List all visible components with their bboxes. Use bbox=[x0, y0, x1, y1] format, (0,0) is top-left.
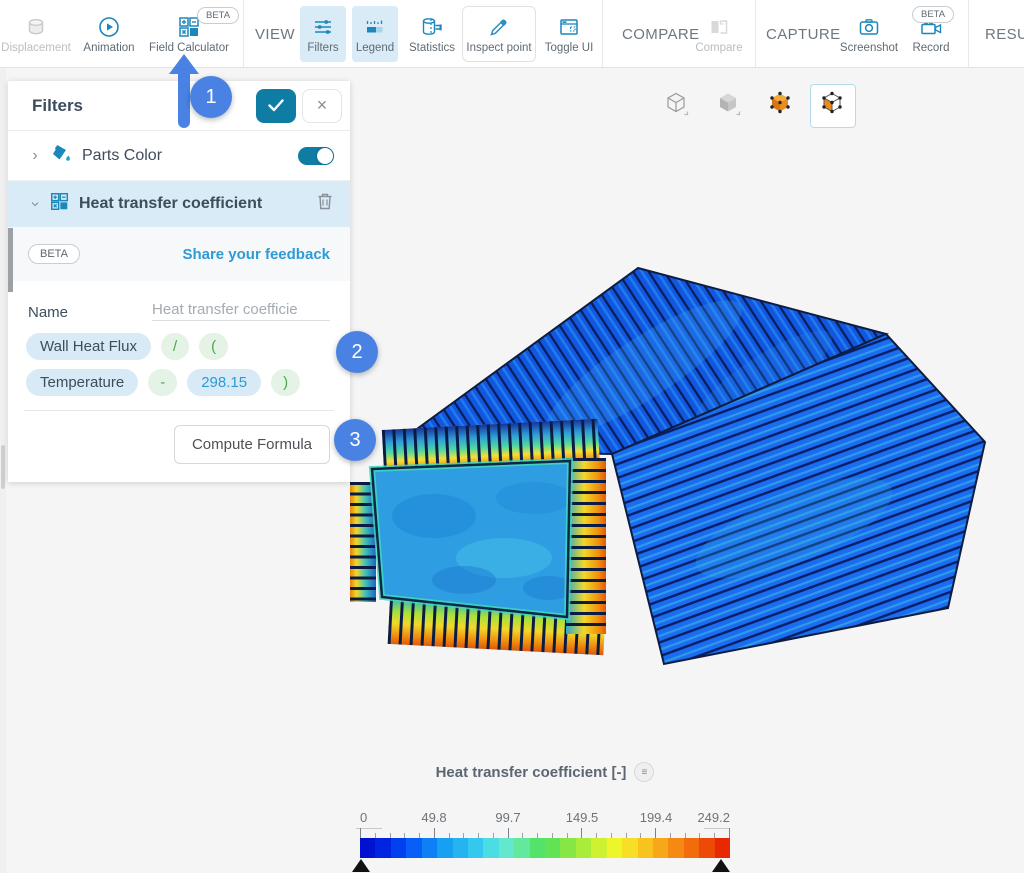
formula-chip-wall-heat-flux[interactable]: Wall Heat Flux bbox=[26, 333, 151, 360]
view-mode-solid-button[interactable] bbox=[706, 84, 752, 128]
trash-icon bbox=[316, 192, 334, 211]
compute-formula-button[interactable]: Compute Formula bbox=[174, 425, 330, 464]
window-panes-icon bbox=[558, 15, 580, 39]
formula-expression: Wall Heat Flux / ( Temperature - 298.15 … bbox=[8, 321, 350, 406]
toolbar-section-results: RESULTS bbox=[985, 0, 1024, 68]
chevron-down-icon[interactable]: › bbox=[26, 199, 44, 209]
legend-min-marker[interactable] bbox=[352, 859, 370, 872]
formula-chip-minus[interactable]: - bbox=[148, 369, 177, 396]
toolbar-statistics-button[interactable]: Statistics bbox=[404, 6, 460, 62]
highlight-cube-icon bbox=[819, 90, 847, 123]
wireframe-cube-icon bbox=[663, 90, 691, 123]
chevron-right-icon[interactable]: › bbox=[30, 147, 40, 165]
filters-sliders-icon bbox=[312, 15, 334, 39]
legend-scale: 0 49.8 99.7 149.5 199.4 249.2 bbox=[356, 810, 734, 858]
filters-panel: Filters × › Parts Color › bbox=[8, 81, 350, 482]
compare-panes-icon bbox=[708, 15, 730, 39]
toolbar-divider bbox=[602, 0, 603, 67]
legend-tick-label: 199.4 bbox=[640, 810, 673, 825]
legend-tick-label: 49.8 bbox=[421, 810, 446, 825]
toolbar-displacement-button[interactable]: Displacement bbox=[2, 6, 70, 62]
close-panel-button[interactable]: × bbox=[302, 89, 342, 123]
toolbar-screenshot-button[interactable]: Screenshot bbox=[838, 6, 900, 62]
toolbar-compare-button[interactable]: Compare bbox=[690, 6, 748, 62]
legend-min-value[interactable]: 0 bbox=[360, 810, 367, 825]
field-calculator-beta-badge: BETA bbox=[197, 7, 239, 24]
eyedropper-icon bbox=[488, 15, 510, 39]
simscale-postprocessor-app: { "toolbar": { "items": { "displacement"… bbox=[0, 0, 1024, 873]
displacement-cylinder-icon bbox=[24, 15, 48, 39]
view-mode-solid-parts-button[interactable] bbox=[758, 84, 804, 128]
toolbar-animation-button[interactable]: Animation bbox=[77, 6, 141, 62]
toolbar-divider bbox=[755, 0, 756, 67]
legend-max-marker[interactable] bbox=[712, 859, 730, 872]
close-icon: × bbox=[317, 95, 328, 116]
toolbar-section-capture: CAPTURE bbox=[766, 0, 840, 68]
legend-colorbar[interactable] bbox=[360, 838, 730, 858]
legend-menu-icon[interactable]: ≡ bbox=[634, 762, 654, 782]
toolbar-divider bbox=[968, 0, 969, 67]
calculator-icon bbox=[50, 192, 69, 216]
check-icon bbox=[268, 99, 284, 112]
legend-colorbar-icon bbox=[364, 15, 386, 39]
beta-feedback-row: BETA Share your feedback bbox=[8, 227, 350, 281]
panel-scrollbar-thumb[interactable] bbox=[8, 228, 13, 292]
toolbar-inspect-point-button[interactable]: Inspect point bbox=[462, 6, 536, 62]
heat-transfer-filter-label: Heat transfer coefficient bbox=[79, 195, 306, 213]
top-toolbar: Displacement Animation Field Calculator … bbox=[0, 0, 1024, 68]
filter-name-row: Name bbox=[28, 299, 330, 321]
heat-transfer-filter-row[interactable]: › Heat transfer coefficient bbox=[8, 181, 350, 227]
step-badge-3: 3 bbox=[334, 419, 376, 461]
delete-filter-button[interactable] bbox=[316, 192, 334, 216]
compute-row: Compute Formula bbox=[8, 411, 350, 482]
paint-bucket-icon bbox=[50, 143, 72, 168]
step-badge-2: 2 bbox=[336, 331, 378, 373]
statistics-probe-icon bbox=[420, 15, 444, 39]
formula-chip-close-paren[interactable]: ) bbox=[271, 369, 300, 396]
formula-chip-temperature[interactable]: Temperature bbox=[26, 369, 138, 396]
play-circle-icon bbox=[97, 15, 121, 39]
orange-cube-icon bbox=[767, 90, 795, 123]
share-feedback-link[interactable]: Share your feedback bbox=[182, 246, 330, 263]
legend-title: Heat transfer coefficient [-] bbox=[436, 764, 627, 781]
legend-max-value[interactable]: 249.2 bbox=[697, 810, 730, 825]
record-beta-badge: BETA bbox=[912, 6, 954, 23]
name-label: Name bbox=[28, 304, 152, 321]
toolbar-section-view: VIEW bbox=[255, 0, 295, 68]
formula-chip-open-paren[interactable]: ( bbox=[199, 333, 228, 360]
left-scrollbar-thumb[interactable] bbox=[1, 445, 5, 489]
parts-color-toggle[interactable] bbox=[298, 147, 334, 165]
legend-tick-label: 99.7 bbox=[495, 810, 520, 825]
formula-chip-divide[interactable]: / bbox=[161, 333, 189, 360]
legend-tick-label: 149.5 bbox=[566, 810, 599, 825]
step-badge-1: 1 bbox=[190, 76, 232, 118]
toolbar-filters-button[interactable]: Filters bbox=[300, 6, 346, 62]
filter-name-input[interactable] bbox=[152, 299, 330, 321]
parts-color-row[interactable]: › Parts Color bbox=[8, 131, 350, 181]
toolbar-toggle-ui-button[interactable]: Toggle UI bbox=[540, 6, 598, 62]
legend-ticks bbox=[360, 827, 730, 838]
toolbar-divider bbox=[243, 0, 244, 67]
legend-title-row: Heat transfer coefficient [-] ≡ bbox=[356, 762, 734, 782]
view-mode-wireframe-button[interactable] bbox=[654, 84, 700, 128]
toolbar-section-compare: COMPARE bbox=[622, 0, 700, 68]
solid-cube-icon bbox=[715, 90, 743, 123]
view-mode-selected-button[interactable] bbox=[810, 84, 856, 128]
toolbar-legend-button[interactable]: Legend bbox=[352, 6, 398, 62]
left-scrollbar-track[interactable] bbox=[0, 68, 6, 873]
apply-button[interactable] bbox=[256, 89, 296, 123]
parts-color-label: Parts Color bbox=[82, 147, 288, 165]
panel-beta-badge: BETA bbox=[28, 244, 80, 264]
heatsink-3d-model[interactable] bbox=[344, 258, 1000, 694]
camera-icon bbox=[858, 15, 880, 39]
formula-chip-298-15[interactable]: 298.15 bbox=[187, 369, 261, 396]
legend-tick-labels: 0 49.8 99.7 149.5 199.4 249.2 bbox=[356, 810, 734, 827]
